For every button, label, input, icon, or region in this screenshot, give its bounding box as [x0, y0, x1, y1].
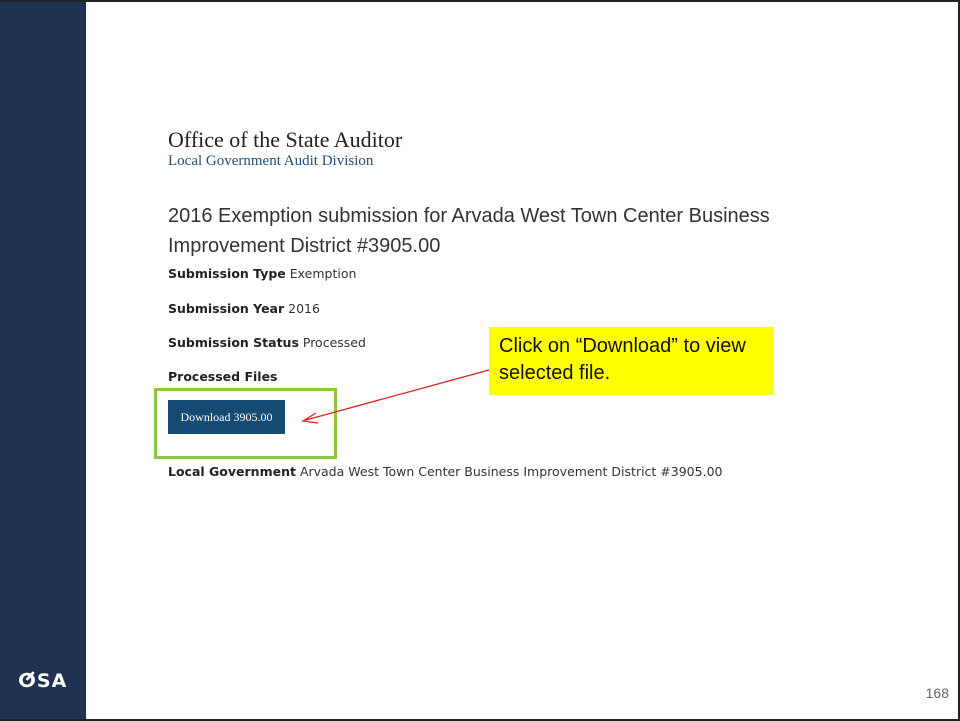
- submission-status-field: Submission Status Processed: [168, 335, 366, 350]
- submission-status-label: Submission Status: [168, 335, 299, 350]
- submission-status-value: Processed: [302, 335, 366, 350]
- callout-arrow: [301, 369, 490, 424]
- instruction-callout: Click on “Download” to view selected fil…: [489, 327, 774, 395]
- processed-files-label: Processed Files: [168, 369, 278, 384]
- submission-type-value: Exemption: [289, 266, 357, 281]
- office-title: Office of the State Auditor: [168, 127, 403, 152]
- office-subtitle: Local Government Audit Division: [168, 153, 374, 169]
- left-sidebar: ⵚSA: [0, 2, 86, 719]
- local-government-label: Local Government: [168, 464, 296, 479]
- local-government-value: Arvada West Town Center Business Improve…: [299, 464, 723, 479]
- download-highlight-box: [154, 388, 337, 459]
- submission-type-field: Submission Type Exemption: [168, 266, 356, 281]
- page-number: 168: [925, 685, 949, 701]
- processed-files-field: Processed Files: [168, 369, 278, 384]
- submission-year-label: Submission Year: [168, 301, 285, 316]
- submission-year-value: 2016: [288, 301, 320, 316]
- osa-logo: ⵚSA: [18, 670, 68, 692]
- slide: ⵚSA Office of the State Auditor Local Go…: [0, 0, 960, 721]
- submission-heading: 2016 Exemption submission for Arvada Wes…: [168, 205, 770, 257]
- submission-year-field: Submission Year 2016: [168, 301, 320, 316]
- submission-type-label: Submission Type: [168, 266, 286, 281]
- local-government-field: Local Government Arvada West Town Center…: [168, 464, 722, 479]
